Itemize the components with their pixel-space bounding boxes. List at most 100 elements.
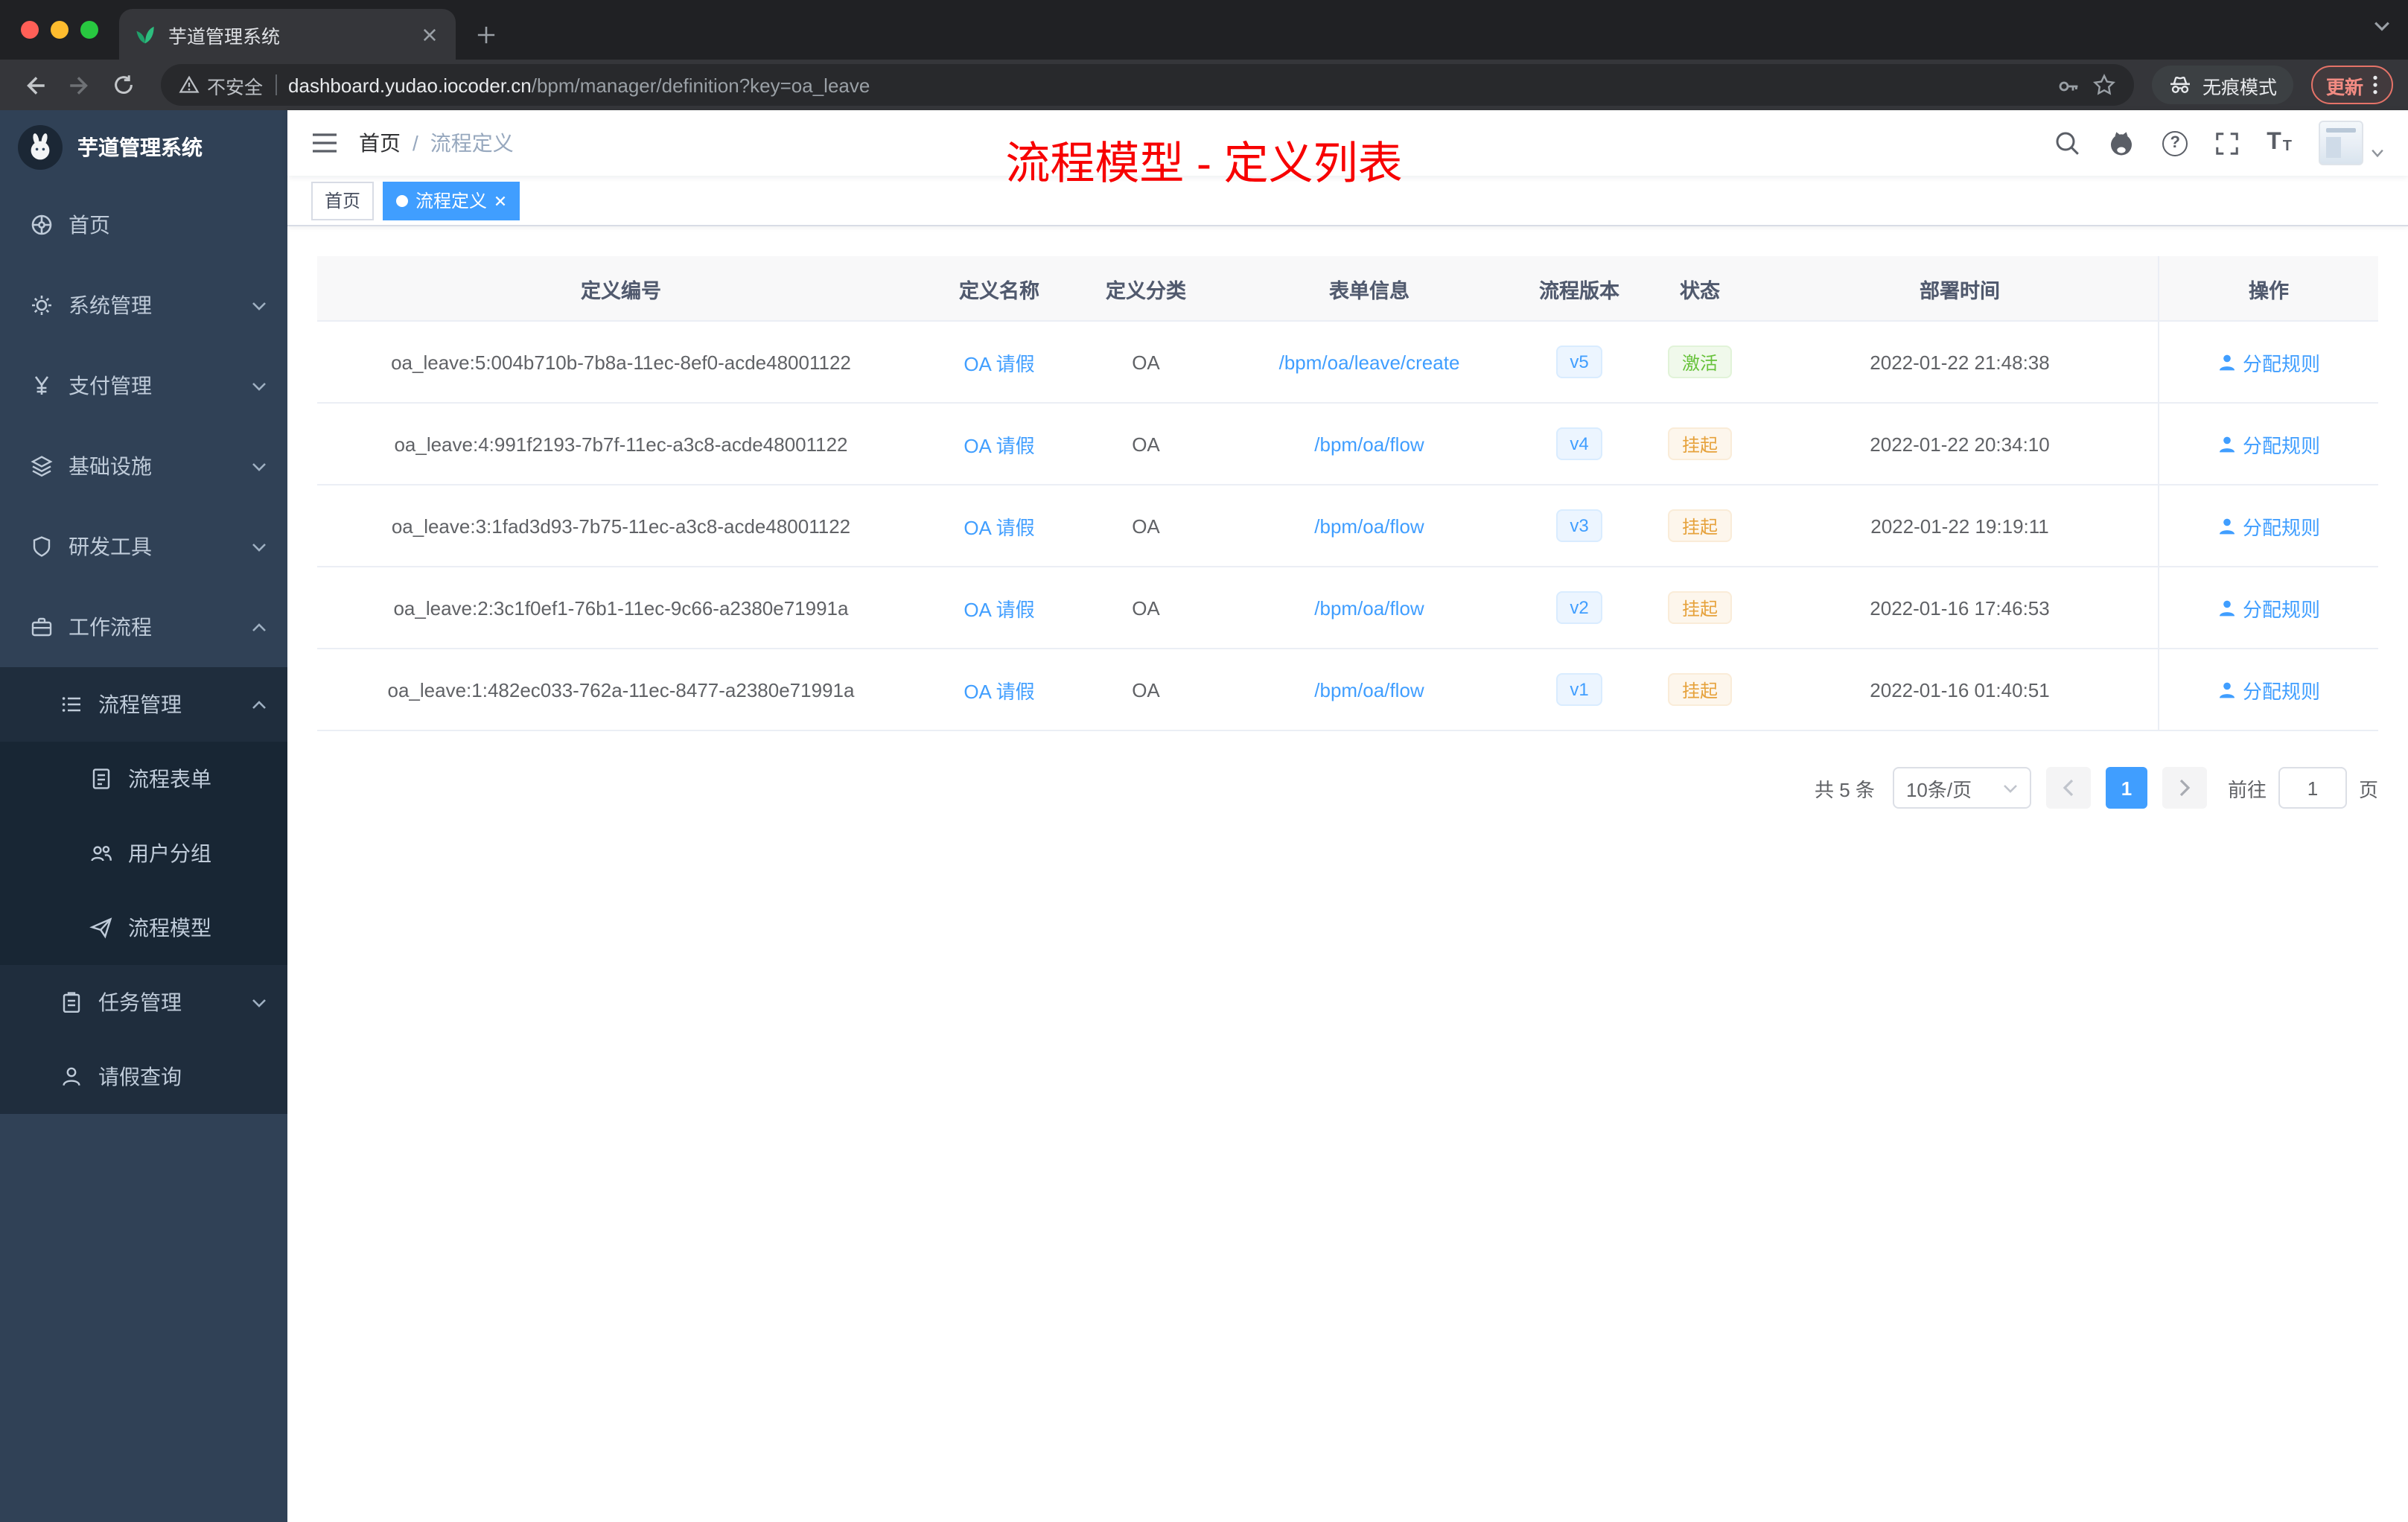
definition-category: OA — [1074, 485, 1218, 567]
window-close-button[interactable] — [21, 21, 39, 39]
assign-rule-button[interactable]: 分配规则 — [2217, 430, 2320, 458]
page-annotation: 流程模型 - 定义列表 — [1005, 140, 1403, 189]
sidebar-item-leave-query[interactable]: 请假查询 — [0, 1039, 287, 1114]
assign-rule-button[interactable]: 分配规则 — [2217, 593, 2320, 622]
breadcrumb-current: 流程定义 — [430, 131, 514, 155]
next-page-button[interactable] — [2162, 767, 2207, 809]
definition-name-link[interactable]: OA 请假 — [963, 675, 1034, 704]
sidebar-item-label: 流程模型 — [128, 916, 211, 940]
goto-label: 前往 — [2227, 778, 2267, 800]
assign-rule-button[interactable]: 分配规则 — [2217, 512, 2320, 540]
breadcrumb-home[interactable]: 首页 — [359, 128, 401, 158]
deploy-time: 2022-01-16 01:40:51 — [1762, 649, 2158, 731]
forward-button[interactable] — [60, 66, 98, 104]
page-number-button[interactable]: 1 — [2105, 767, 2147, 809]
form-link[interactable]: /bpm/oa/leave/create — [1279, 351, 1460, 373]
page-size-select[interactable]: 10条/页 — [1892, 767, 2031, 809]
sidebar-logo[interactable]: 芋道管理系统 — [0, 110, 287, 185]
table-row: oa_leave:1:482ec033-762a-11ec-8477-a2380… — [317, 649, 2378, 731]
tab-favicon-icon — [134, 23, 156, 45]
assign-rule-button[interactable]: 分配规则 — [2217, 675, 2320, 704]
dashboard-icon — [30, 213, 54, 237]
url-host: dashboard.yudao.iocoder.cn — [288, 74, 532, 96]
window-minimize-button[interactable] — [51, 21, 69, 39]
sidebar-item-process-model[interactable]: 流程模型 — [0, 891, 287, 965]
assign-rule-label: 分配规则 — [2242, 516, 2320, 538]
window-zoom-button[interactable] — [80, 21, 98, 39]
new-tab-button[interactable] — [465, 13, 506, 55]
sidebar-item-devtools[interactable]: 研发工具 — [0, 506, 287, 587]
bookmark-star-icon[interactable] — [2092, 73, 2116, 97]
definition-name-link[interactable]: OA 请假 — [963, 512, 1034, 540]
goto-page-input[interactable] — [2278, 767, 2347, 809]
definition-name-link[interactable]: OA 请假 — [963, 430, 1034, 458]
font-size-icon[interactable] — [2267, 131, 2292, 155]
incognito-label: 无痕模式 — [2202, 77, 2277, 98]
table-row: oa_leave:5:004b710b-7b8a-11ec-8ef0-acde4… — [317, 322, 2378, 404]
tab-close-icon[interactable] — [417, 22, 441, 46]
sidebar-item-process-management[interactable]: 流程管理 — [0, 667, 287, 742]
table-row: oa_leave:4:991f2193-7b7f-11ec-a3c8-acde4… — [317, 404, 2378, 485]
browser-tab[interactable]: 芋道管理系统 — [119, 9, 456, 60]
assign-rule-label: 分配规则 — [2242, 598, 2320, 620]
github-icon[interactable] — [2107, 129, 2135, 157]
assign-rule-button[interactable]: 分配规则 — [2217, 348, 2320, 376]
app-title: 芋道管理系统 — [77, 136, 203, 159]
chevron-down-icon — [2003, 783, 2018, 793]
gear-icon — [30, 293, 54, 317]
reload-button[interactable] — [104, 66, 143, 104]
clipboard-icon — [60, 990, 83, 1014]
sidebar-item-label: 研发工具 — [69, 535, 152, 558]
sidebar-item-label: 流程表单 — [128, 767, 211, 791]
fullscreen-icon[interactable] — [2214, 130, 2240, 156]
warning-triangle-icon — [179, 74, 200, 95]
search-icon[interactable] — [2054, 130, 2080, 156]
sidebar-item-label: 请假查询 — [98, 1065, 182, 1089]
hamburger-icon[interactable] — [311, 131, 338, 155]
sidebar-item-system[interactable]: 系统管理 — [0, 265, 287, 346]
sidebar-item-task-management[interactable]: 任务管理 — [0, 965, 287, 1039]
pagination: 共 5 条 10条/页 1 前往 1 页 — [317, 767, 2378, 809]
tag-close-icon[interactable] — [494, 194, 506, 206]
form-link[interactable]: /bpm/oa/flow — [1314, 596, 1424, 619]
password-key-icon[interactable] — [2057, 73, 2080, 97]
navbar-actions — [2054, 121, 2384, 165]
status-badge: 激活 — [1668, 346, 1731, 378]
tab-search-icon[interactable] — [2374, 18, 2390, 34]
assign-rule-label: 分配规则 — [2242, 680, 2320, 702]
sidebar-item-user-group[interactable]: 用户分组 — [0, 816, 287, 891]
list-icon — [60, 692, 83, 716]
sidebar-item-payment[interactable]: 支付管理 — [0, 346, 287, 426]
definition-table: 定义编号 定义名称 定义分类 表单信息 流程版本 状态 部署时间 操作 oa_l… — [317, 256, 2378, 731]
form-link[interactable]: /bpm/oa/flow — [1314, 515, 1424, 537]
column-header-version: 流程版本 — [1520, 256, 1638, 322]
table-header-row: 定义编号 定义名称 定义分类 表单信息 流程版本 状态 部署时间 操作 — [317, 256, 2378, 322]
avatar[interactable] — [2319, 121, 2363, 165]
pagination-total: 共 5 条 — [1815, 778, 1875, 800]
form-link[interactable]: /bpm/oa/flow — [1314, 678, 1424, 701]
tag-process-definition[interactable]: 流程定义 — [383, 181, 520, 220]
back-button[interactable] — [15, 66, 54, 104]
page-size-value: 10条/页 — [1905, 778, 1972, 800]
sidebar-item-home[interactable]: 首页 — [0, 185, 287, 265]
chevron-up-icon — [252, 622, 267, 632]
definition-name-link[interactable]: OA 请假 — [963, 348, 1034, 376]
kebab-menu-icon[interactable] — [2372, 74, 2378, 95]
address-bar[interactable]: 不安全 dashboard.yudao.iocoder.cn/bpm/manag… — [161, 64, 2134, 106]
tag-home[interactable]: 首页 — [311, 181, 375, 220]
prev-page-button[interactable] — [2045, 767, 2091, 809]
sidebar-item-label: 基础设施 — [69, 454, 152, 478]
browser-update-button[interactable]: 更新 — [2310, 66, 2393, 104]
form-link[interactable]: /bpm/oa/flow — [1314, 433, 1424, 455]
definition-name-link[interactable]: OA 请假 — [963, 593, 1034, 622]
definition-category: OA — [1074, 649, 1218, 731]
definition-id: oa_leave:2:3c1f0ef1-76b1-11ec-9c66-a2380… — [317, 567, 925, 649]
sidebar-item-infrastructure[interactable]: 基础设施 — [0, 426, 287, 506]
user-menu[interactable] — [2319, 121, 2384, 165]
security-chip[interactable]: 不安全 — [179, 71, 263, 99]
sidebar-item-workflow[interactable]: 工作流程 — [0, 587, 287, 667]
definition-id: oa_leave:5:004b710b-7b8a-11ec-8ef0-acde4… — [317, 322, 925, 404]
sidebar-item-process-form[interactable]: 流程表单 — [0, 742, 287, 816]
help-icon[interactable] — [2162, 130, 2188, 156]
active-dot — [396, 194, 409, 206]
